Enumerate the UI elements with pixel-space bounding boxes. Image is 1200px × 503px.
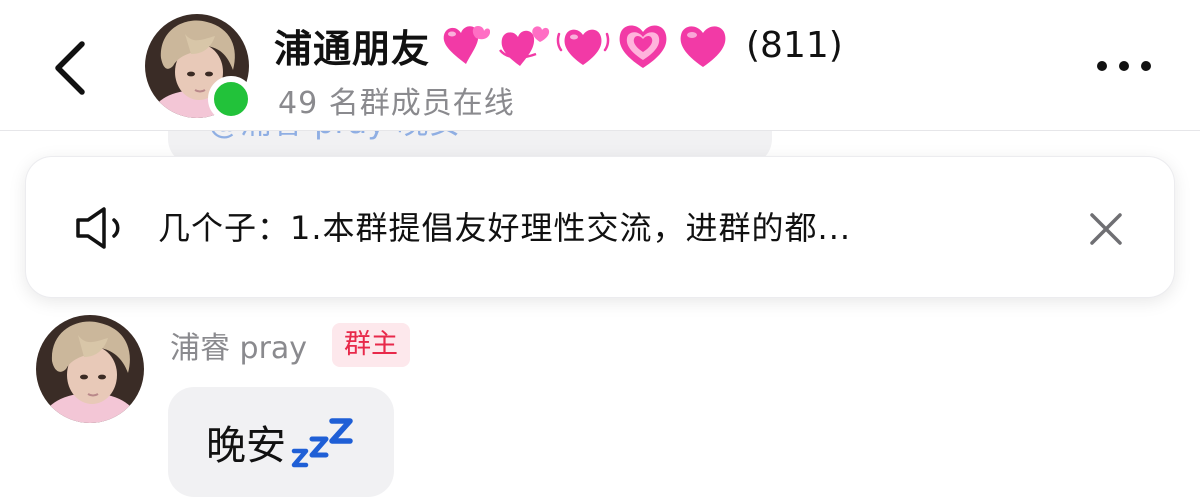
announcement-close-button[interactable] bbox=[1084, 207, 1128, 251]
group-owner-badge: 群主 bbox=[332, 323, 410, 367]
chevron-left-icon bbox=[55, 41, 85, 95]
two-hearts-icon bbox=[436, 20, 491, 70]
group-name-emojis bbox=[436, 20, 736, 70]
message-bubble[interactable]: 晚安 bbox=[168, 387, 394, 497]
group-name: 浦通朋友 bbox=[274, 26, 431, 71]
chat-screen: 浦通朋友 (811) 49 名群成员在线 几个子：1.本群提倡友好理性交流，进群… bbox=[0, 0, 1200, 503]
sender-avatar[interactable] bbox=[36, 315, 144, 423]
announcement-text: 几个子：1.本群提倡友好理性交流，进群的都... bbox=[158, 209, 852, 247]
chat-header: 浦通朋友 (811) 49 名群成员在线 bbox=[0, 0, 1200, 131]
online-indicator bbox=[208, 76, 254, 122]
sender-name[interactable]: 浦睿 pray bbox=[170, 323, 307, 367]
group-title[interactable]: 浦通朋友 (811) bbox=[274, 14, 843, 76]
group-announcement-banner[interactable]: 几个子：1.本群提倡友好理性交流，进群的都... bbox=[26, 157, 1174, 297]
beating-heart-icon bbox=[556, 20, 610, 70]
back-button[interactable] bbox=[44, 36, 100, 100]
chat-message-list[interactable]: @浦睿 pray 晚安 几个子：1.本群提倡友好理性交流，进群的都... bbox=[0, 91, 1200, 503]
close-icon bbox=[1090, 213, 1122, 245]
more-horizontal-icon bbox=[1097, 61, 1151, 71]
avatar-photo bbox=[36, 315, 144, 423]
growing-heart-icon bbox=[616, 20, 670, 70]
message-text: 晚安 bbox=[206, 423, 286, 469]
pink-heart-icon bbox=[676, 20, 730, 70]
more-options-button[interactable] bbox=[1086, 40, 1162, 92]
member-count: (811) bbox=[746, 24, 843, 66]
online-members-status: 49 名群成员在线 bbox=[278, 86, 515, 121]
revolving-hearts-icon bbox=[496, 20, 550, 70]
speaker-icon bbox=[72, 205, 132, 251]
zzz-icon bbox=[290, 407, 356, 477]
